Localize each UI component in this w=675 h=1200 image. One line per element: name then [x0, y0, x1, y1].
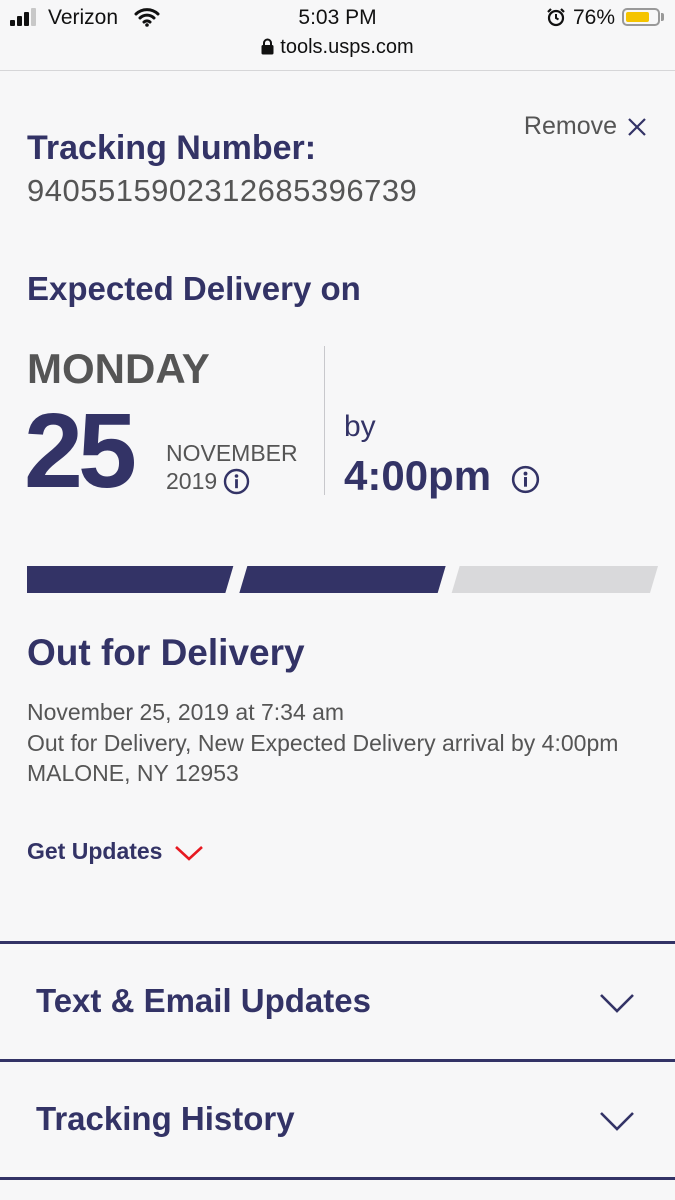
progress-segment-complete — [27, 566, 234, 593]
battery-icon — [622, 8, 660, 26]
status-description: Out for Delivery, New Expected Delivery … — [27, 729, 619, 756]
delivery-progress-bar — [27, 566, 658, 593]
chevron-down-icon — [175, 845, 204, 861]
tracking-number-label: Tracking Number: — [27, 129, 317, 167]
battery-cap — [661, 13, 664, 21]
lock-icon — [261, 38, 274, 55]
delivery-day-number: 25 — [24, 392, 137, 510]
delivery-by-time: 4:00pm — [344, 452, 492, 499]
progress-segment-pending — [451, 566, 658, 593]
tracking-history-section[interactable]: Tracking History — [0, 1059, 675, 1177]
expected-delivery-heading: Expected Delivery on — [27, 270, 361, 307]
status-bar: Verizon 5:03 PM 76% — [0, 0, 675, 36]
get-updates-button[interactable]: Get Updates — [27, 838, 204, 865]
delivery-by-label: by — [344, 410, 376, 443]
close-icon — [628, 117, 646, 136]
remove-button[interactable]: Remove — [524, 112, 647, 141]
status-date: November 25, 2019 at 7:34 am — [27, 699, 345, 725]
header-divider — [0, 70, 675, 71]
info-icon[interactable] — [223, 468, 250, 495]
delivery-divider — [324, 346, 325, 495]
delivery-day-name: MONDAY — [27, 345, 210, 392]
delivery-month: NOVEMBER — [166, 440, 298, 466]
alarm-icon — [547, 8, 565, 27]
chevron-down-icon — [600, 994, 634, 1013]
delivery-year-row: 2019 — [166, 468, 250, 495]
status-details: November 25, 2019 at 7:34 am Out for Del… — [27, 697, 627, 789]
progress-segment-complete — [239, 566, 446, 593]
section-divider — [0, 1177, 675, 1180]
section-label: Text & Email Updates — [36, 982, 371, 1019]
delivery-year: 2019 — [166, 468, 218, 494]
status-heading: Out for Delivery — [27, 632, 305, 673]
section-label: Tracking History — [36, 1100, 295, 1137]
address-bar[interactable]: tools.usps.com — [0, 36, 675, 59]
battery-percent: 76% — [573, 6, 616, 29]
chevron-down-icon — [600, 1112, 634, 1131]
get-updates-label: Get Updates — [27, 838, 163, 864]
tracking-number: 9405515902312685396739 — [27, 173, 418, 208]
text-email-updates-section[interactable]: Text & Email Updates — [0, 941, 675, 1059]
time-info-icon[interactable] — [511, 465, 540, 494]
url-text: tools.usps.com — [280, 36, 414, 58]
status-location: MALONE, NY 12953 — [27, 760, 239, 786]
remove-label: Remove — [523, 112, 617, 140]
